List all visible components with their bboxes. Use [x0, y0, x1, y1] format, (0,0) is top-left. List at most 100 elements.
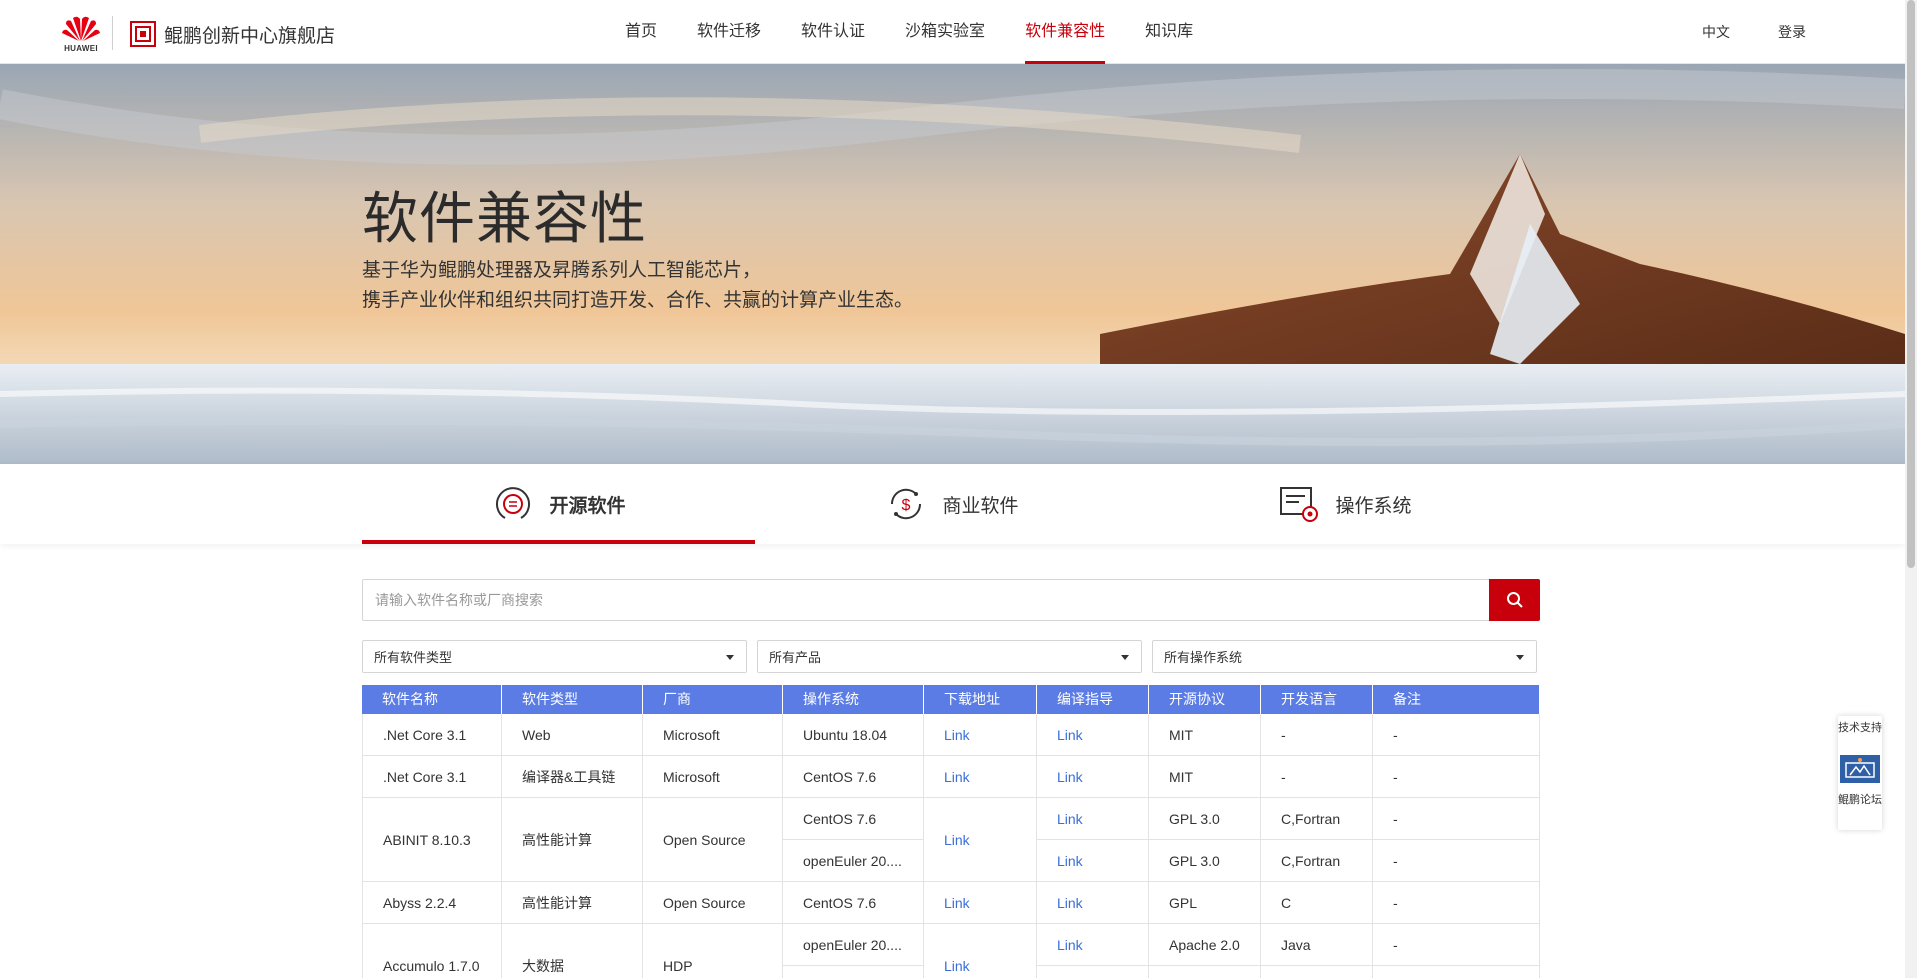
cell-note: -: [1373, 840, 1540, 882]
compile-guide-link[interactable]: Link: [1037, 798, 1149, 840]
cell-vendor: Open Source: [643, 882, 783, 924]
nav-software-migration[interactable]: 软件迁移: [697, 0, 761, 64]
download-link[interactable]: Link: [924, 924, 1037, 978]
cell-language: -: [1261, 756, 1373, 798]
cell-license: GPL 3.0: [1149, 798, 1261, 840]
kunpeng-forum-link[interactable]: 鲲鹏论坛: [1838, 793, 1882, 807]
nav-sandbox-lab[interactable]: 沙箱实验室: [905, 0, 985, 64]
shop-logo[interactable]: 鲲鹏创新中心旗舰店: [130, 20, 335, 48]
product-select[interactable]: 所有产品: [757, 640, 1142, 673]
cell-software-type: Web: [502, 714, 643, 756]
cell-language: -: [1261, 714, 1373, 756]
top-header: HUAWEI 鲲鹏创新中心旗舰店 首页 软件迁移 软件认证 沙箱实验室 软件兼容…: [0, 0, 1905, 64]
cell-note: -: [1373, 756, 1540, 798]
huawei-logo[interactable]: HUAWEI: [60, 14, 102, 54]
main-nav: 首页 软件迁移 软件认证 沙箱实验室 软件兼容性 知识库: [625, 0, 1233, 64]
os-select[interactable]: 所有操作系统: [1152, 640, 1537, 673]
compile-guide-link[interactable]: Link: [1037, 714, 1149, 756]
search-icon: [1506, 592, 1523, 608]
login-link[interactable]: 登录: [1778, 22, 1806, 42]
hero-subtitle-line2: 携手产业伙伴和组织共同打造开发、合作、共赢的计算产业生态。: [362, 290, 914, 311]
tab-open-source[interactable]: 开源软件: [362, 464, 755, 544]
kunpeng-mark-icon: [130, 21, 156, 47]
tab-open-source-label: 开源软件: [549, 495, 626, 517]
side-support-widget: 技术支持 鲲鹏论坛: [1838, 716, 1882, 830]
svg-text:$: $: [902, 497, 911, 514]
header-type: 软件类型: [502, 685, 643, 714]
header-guide: 编译指导: [1037, 685, 1149, 714]
header-os: 操作系统: [783, 685, 924, 714]
cell-language: [1261, 966, 1373, 978]
download-link[interactable]: Link: [924, 882, 1037, 924]
cell-note: -: [1373, 882, 1540, 924]
cell-license: Apache 2.0: [1149, 924, 1261, 966]
cell-software-type: 大数据: [502, 924, 643, 978]
search-button[interactable]: [1489, 579, 1540, 621]
logo-divider: [112, 16, 113, 50]
scrollbar-thumb[interactable]: [1907, 0, 1915, 568]
hero-title: 软件兼容性: [362, 187, 647, 250]
download-link[interactable]: Link: [924, 798, 1037, 882]
cell-os: CentOS 7.6: [783, 798, 924, 840]
cell-software-name: .Net Core 3.1: [362, 714, 502, 756]
cell-software-name: ABINIT 8.10.3: [362, 798, 502, 882]
cell-software-name: .Net Core 3.1: [362, 756, 502, 798]
cell-license: [1149, 966, 1261, 978]
software-type-select[interactable]: 所有软件类型: [362, 640, 747, 673]
header-note: 备注: [1373, 685, 1540, 714]
os-gear-icon: [1280, 487, 1319, 522]
tab-commercial[interactable]: $ 商业软件: [755, 464, 1148, 544]
cell-license: GPL: [1149, 882, 1261, 924]
header-vendor: 厂商: [643, 685, 783, 714]
page-scrollbar[interactable]: [1905, 0, 1917, 978]
cell-software-type: 高性能计算: [502, 882, 643, 924]
compile-guide-link[interactable]: Link: [1037, 840, 1149, 882]
cell-note: -: [1373, 924, 1540, 966]
header-download: 下载地址: [924, 685, 1037, 714]
os-value: 所有操作系统: [1164, 650, 1243, 665]
compile-guide-link[interactable]: Link: [1037, 924, 1149, 966]
forum-image[interactable]: [1840, 755, 1880, 783]
compile-guide-link[interactable]: Link: [1037, 756, 1149, 798]
cell-os: CentOS 7.6: [783, 756, 924, 798]
tab-commercial-label: 商业软件: [942, 495, 1019, 517]
cell-software-type: 高性能计算: [502, 798, 643, 882]
cell-software-name: Abyss 2.2.4: [362, 882, 502, 924]
cell-os: openEuler 20....: [783, 924, 924, 966]
cell-language: Java: [1261, 924, 1373, 966]
download-link[interactable]: Link: [924, 756, 1037, 798]
cell-language: C: [1261, 882, 1373, 924]
compile-guide-link[interactable]: Link: [1037, 882, 1149, 924]
category-tabs: 开源软件 $ 商业软件 操作系统: [0, 464, 1905, 544]
tech-support-link[interactable]: 技术支持: [1838, 721, 1882, 735]
tab-operating-system-label: 操作系统: [1335, 495, 1412, 517]
open-source-icon: [496, 487, 531, 519]
cell-language: C,Fortran: [1261, 840, 1373, 882]
nav-home[interactable]: 首页: [625, 0, 657, 64]
forum-illustration-icon: [1845, 758, 1875, 778]
compile-guide-link: [1037, 966, 1149, 978]
chevron-down-icon: [726, 655, 734, 660]
chevron-down-icon: [1121, 655, 1129, 660]
cell-os: Ubuntu 18.04: [783, 714, 924, 756]
download-link[interactable]: Link: [924, 714, 1037, 756]
cell-vendor: Open Source: [643, 798, 783, 882]
search-input[interactable]: [363, 580, 1489, 620]
cell-software-name: Accumulo 1.7.0: [362, 924, 502, 978]
hero-subtitle: 基于华为鲲鹏处理器及昇腾系列人工智能芯片， 携手产业伙伴和组织共同打造开发、合作…: [362, 256, 913, 316]
nav-knowledge-base[interactable]: 知识库: [1145, 0, 1193, 64]
huawei-petals-icon: [62, 16, 100, 41]
cell-note: -: [1373, 798, 1540, 840]
nav-software-certification[interactable]: 软件认证: [801, 0, 865, 64]
huawei-wordmark: HUAWEI: [64, 44, 98, 53]
cell-os: CentOS 7.6: [783, 882, 924, 924]
language-switch[interactable]: 中文: [1702, 22, 1730, 42]
cell-os: openEuler 20....: [783, 840, 924, 882]
nav-software-compatibility[interactable]: 软件兼容性: [1025, 0, 1106, 64]
cell-note: [1373, 966, 1540, 978]
cell-note: -: [1373, 714, 1540, 756]
header-license: 开源协议: [1149, 685, 1261, 714]
tab-operating-system[interactable]: 操作系统: [1148, 464, 1541, 544]
software-type-value: 所有软件类型: [374, 650, 453, 665]
table-header: 软件名称 软件类型 厂商 操作系统 下载地址 编译指导 开源协议 开发语言 备注: [362, 685, 1540, 714]
